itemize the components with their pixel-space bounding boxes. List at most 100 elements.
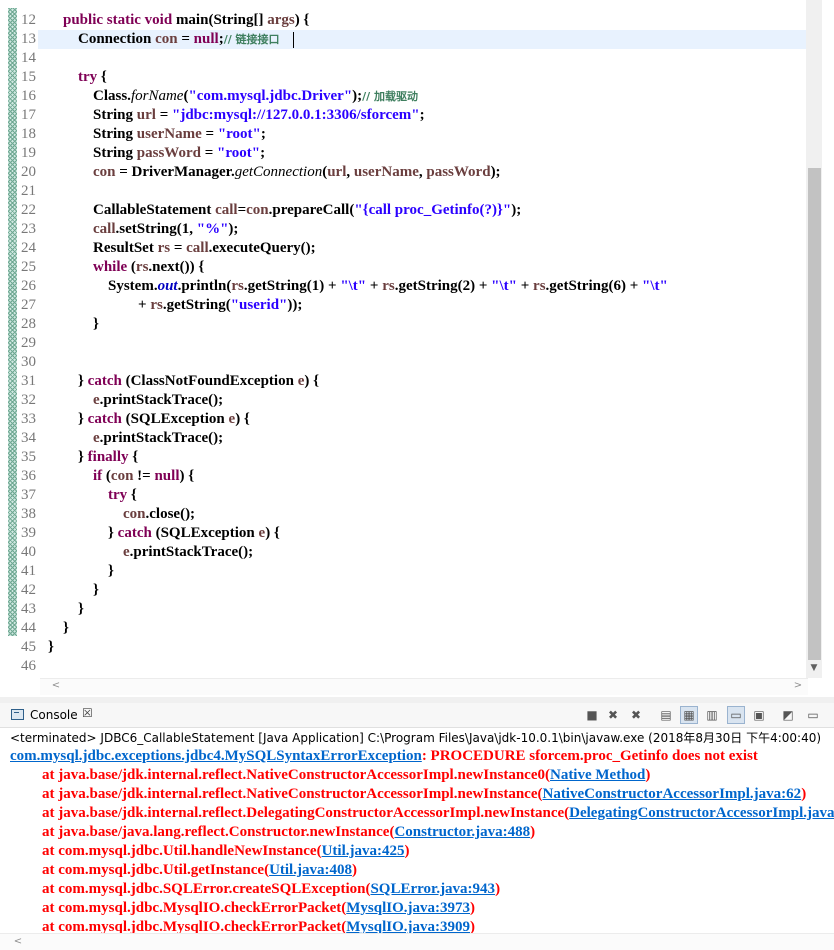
code-line[interactable]: try { xyxy=(48,486,137,505)
scroll-lock-icon[interactable]: ▦ xyxy=(680,706,698,724)
console-horizontal-scrollbar[interactable] xyxy=(0,933,834,950)
code-editor[interactable]: 12 public static void main(String[] args… xyxy=(0,0,834,697)
pin-console-icon[interactable]: ◩ xyxy=(780,707,796,723)
code-line[interactable]: String userName = "root"; xyxy=(48,125,266,144)
line-number: 14 xyxy=(21,50,36,66)
stack-trace-line[interactable]: at com.mysql.jdbc.Util.handleNewInstance… xyxy=(42,842,410,861)
line-number: 26 xyxy=(21,278,36,294)
line-number: 33 xyxy=(21,411,36,427)
line-number: 28 xyxy=(21,316,36,332)
launch-status-text: <terminated> JDBC6_CallableStatement [Ja… xyxy=(10,731,822,745)
line-number: 19 xyxy=(21,145,36,161)
line-number: 45 xyxy=(21,639,36,655)
terminate-icon[interactable]: ■ xyxy=(584,707,600,723)
code-line[interactable]: } catch (SQLException e) { xyxy=(48,524,280,543)
code-line[interactable]: con.close(); xyxy=(48,505,195,524)
stack-trace-line[interactable]: at com.mysql.jdbc.Util.getInstance(Util.… xyxy=(42,861,357,880)
line-number: 34 xyxy=(21,430,36,446)
close-icon[interactable]: ☒ xyxy=(82,706,93,720)
code-line[interactable]: } xyxy=(48,600,84,619)
line-number: 35 xyxy=(21,449,36,465)
scroll-left-icon[interactable]: < xyxy=(10,934,26,950)
line-number: 12 xyxy=(21,12,36,28)
code-line[interactable]: } finally { xyxy=(48,448,138,467)
line-number: 23 xyxy=(21,221,36,237)
line-number: 41 xyxy=(21,563,36,579)
code-line[interactable]: ResultSet rs = call.executeQuery(); xyxy=(48,239,316,258)
display-console-icon[interactable]: ▭ xyxy=(805,707,821,723)
line-number: 25 xyxy=(21,259,36,275)
quick-diff-ruler xyxy=(8,8,17,636)
remove-launch-icon[interactable]: ✖ xyxy=(605,707,621,723)
line-number: 46 xyxy=(21,658,36,674)
line-number: 22 xyxy=(21,202,36,218)
line-number: 27 xyxy=(21,297,36,313)
code-line[interactable]: public static void main(String[] args) { xyxy=(48,11,309,30)
stack-trace-line[interactable]: at java.base/jdk.internal.reflect.Native… xyxy=(42,766,650,785)
show-on-stdout-icon[interactable]: ▭ xyxy=(727,706,745,724)
line-number: 32 xyxy=(21,392,36,408)
line-number: 38 xyxy=(21,506,36,522)
stack-trace-line[interactable]: at com.mysql.jdbc.SQLError.createSQLExce… xyxy=(42,880,500,899)
line-number: 42 xyxy=(21,582,36,598)
code-line[interactable]: e.printStackTrace(); xyxy=(48,429,223,448)
line-number: 36 xyxy=(21,468,36,484)
code-line[interactable]: if (con != null) { xyxy=(48,467,194,486)
stack-trace-line[interactable]: at java.base/jdk.internal.reflect.Delega… xyxy=(42,804,834,823)
line-number: 21 xyxy=(21,183,36,199)
code-line[interactable]: while (rs.next()) { xyxy=(48,258,204,277)
line-number: 44 xyxy=(21,620,36,636)
code-line[interactable]: } xyxy=(48,562,114,581)
console-output[interactable]: com.mysql.jdbc.exceptions.jdbc4.MySQLSyn… xyxy=(0,747,834,933)
line-number: 24 xyxy=(21,240,36,256)
stack-trace-line[interactable]: at java.base/jdk.internal.reflect.Native… xyxy=(42,785,806,804)
clear-console-icon[interactable]: ▤ xyxy=(658,707,674,723)
code-line[interactable]: CallableStatement call=con.prepareCall("… xyxy=(48,201,521,220)
editor-horizontal-scrollbar[interactable] xyxy=(40,678,808,695)
show-on-stderr-icon[interactable]: ▣ xyxy=(751,707,767,723)
console-icon xyxy=(11,709,24,720)
stack-trace-line[interactable]: at com.mysql.jdbc.MysqlIO.checkErrorPack… xyxy=(42,899,475,918)
code-line[interactable]: } xyxy=(48,581,99,600)
code-line[interactable]: e.printStackTrace(); xyxy=(48,543,253,562)
line-number: 30 xyxy=(21,354,36,370)
code-line[interactable]: + rs.getString("userid")); xyxy=(48,296,302,315)
line-number: 16 xyxy=(21,88,36,104)
code-line[interactable]: Connection con = null;// 链接接口 xyxy=(48,30,280,49)
editor-scrollbar-thumb[interactable] xyxy=(808,168,821,660)
line-number: 31 xyxy=(21,373,36,389)
line-number: 20 xyxy=(21,164,36,180)
line-number: 37 xyxy=(21,487,36,503)
code-line[interactable]: } xyxy=(48,315,99,334)
line-number: 39 xyxy=(21,525,36,541)
code-line[interactable]: System.out.println(rs.getString(1) + "\t… xyxy=(48,277,668,296)
exception-message[interactable]: com.mysql.jdbc.exceptions.jdbc4.MySQLSyn… xyxy=(10,747,758,766)
scroll-right-icon[interactable]: > xyxy=(790,678,806,694)
code-line[interactable]: } xyxy=(48,619,69,638)
line-number: 40 xyxy=(21,544,36,560)
tab-console[interactable]: Console xyxy=(30,708,78,722)
word-wrap-icon[interactable]: ▥ xyxy=(704,707,720,723)
line-number: 17 xyxy=(21,107,36,123)
code-line[interactable]: con = DriverManager.getConnection(url, u… xyxy=(48,163,501,182)
line-number: 29 xyxy=(21,335,36,351)
text-caret xyxy=(293,32,294,48)
scroll-down-icon[interactable]: ▼ xyxy=(806,661,822,675)
line-number: 18 xyxy=(21,126,36,142)
code-line[interactable]: String url = "jdbc:mysql://127.0.0.1:330… xyxy=(48,106,425,125)
line-number: 13 xyxy=(21,31,36,47)
scroll-left-icon[interactable]: < xyxy=(48,678,64,694)
code-line[interactable]: call.setString(1, "%"); xyxy=(48,220,238,239)
code-line[interactable]: } xyxy=(48,638,54,657)
remove-all-launches-icon[interactable]: ✖ xyxy=(628,707,644,723)
line-number: 15 xyxy=(21,69,36,85)
code-line[interactable]: } catch (SQLException e) { xyxy=(48,410,250,429)
code-line[interactable]: String passWord = "root"; xyxy=(48,144,265,163)
code-line[interactable]: Class.forName("com.mysql.jdbc.Driver");/… xyxy=(48,87,418,106)
code-line[interactable]: try { xyxy=(48,68,107,87)
line-number: 43 xyxy=(21,601,36,617)
stack-trace-line[interactable]: at java.base/java.lang.reflect.Construct… xyxy=(42,823,535,842)
code-line[interactable]: } catch (ClassNotFoundException e) { xyxy=(48,372,319,391)
code-line[interactable]: e.printStackTrace(); xyxy=(48,391,223,410)
stack-trace-line[interactable]: at com.mysql.jdbc.MysqlIO.checkErrorPack… xyxy=(42,918,475,933)
